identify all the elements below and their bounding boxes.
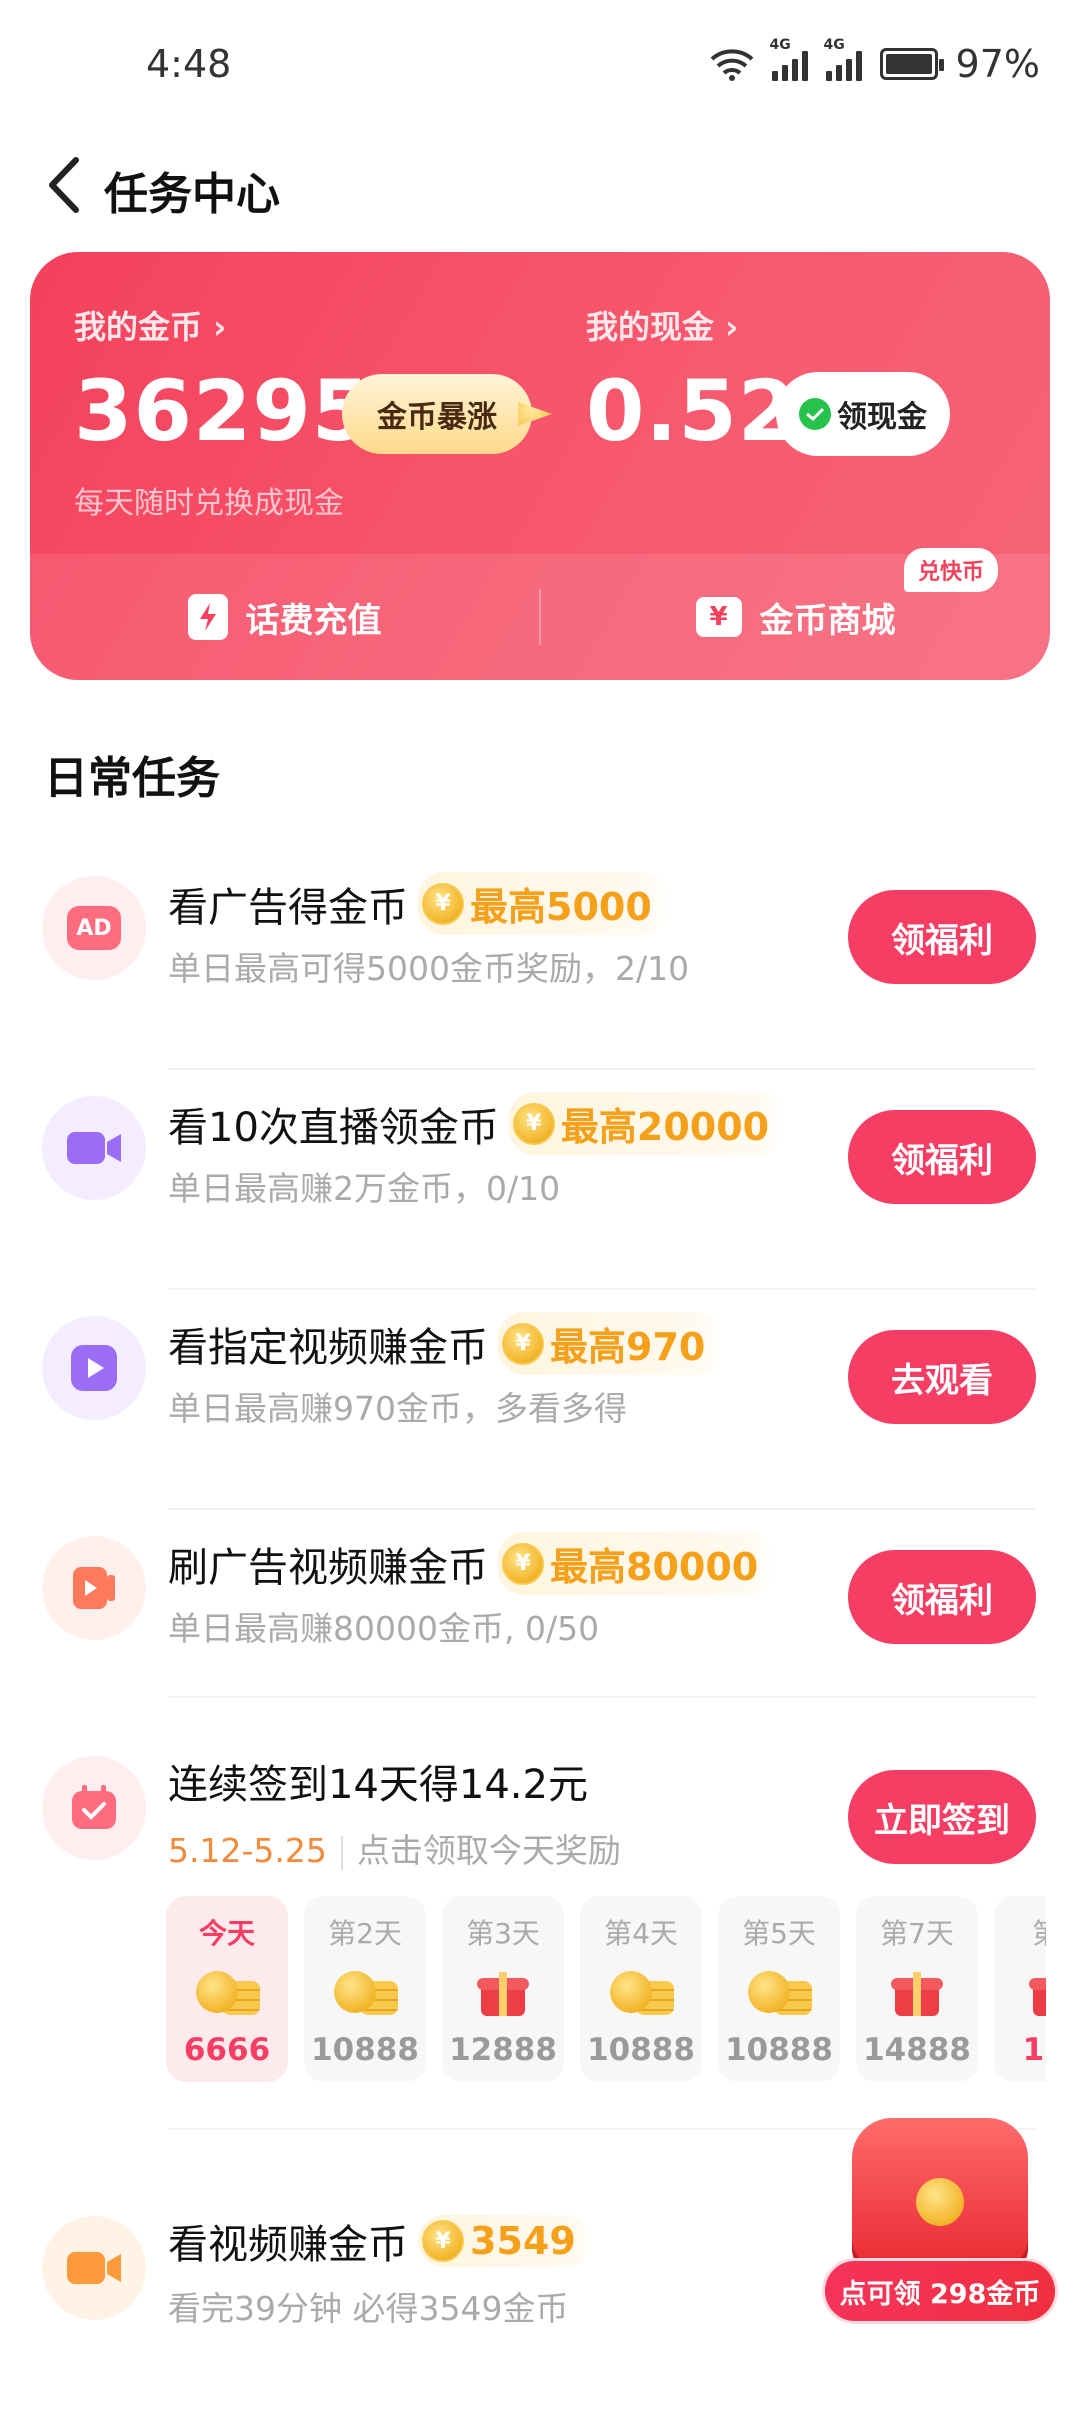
reward-badge: ¥ 最高80000 — [498, 1532, 775, 1595]
coins-icon — [744, 1967, 814, 2017]
claim-button[interactable]: 领福利 — [848, 1550, 1036, 1644]
coins-value: 36295 — [74, 362, 372, 460]
signal-1-icon: 4G — [770, 37, 808, 81]
mall-tag-badge: 兑快币 — [903, 548, 998, 592]
back-arrow-icon[interactable] — [36, 150, 96, 220]
coin-icon: ¥ — [502, 1322, 544, 1365]
task-desc: 看完39分钟 必得3549金币 — [168, 2289, 569, 2328]
reward-badge: ¥ 最高970 — [498, 1312, 722, 1375]
coin-icon: ¥ — [512, 1102, 555, 1145]
claim-button[interactable]: 领福利 — [848, 1110, 1036, 1204]
divider — [168, 1696, 1036, 1698]
gift-icon — [477, 1966, 529, 2018]
divider — [340, 1835, 343, 1870]
coin-icon: ¥ — [422, 882, 464, 925]
wechat-icon — [799, 398, 831, 430]
recharge-label: 话费充值 — [245, 600, 382, 641]
status-bar: 4:48 4G 4G 97% — [0, 0, 1080, 130]
ad-icon: AD — [42, 876, 146, 980]
gift-icon — [891, 1966, 943, 2018]
wallet-card: 我的金币 › 36295 金币暴涨 我的现金 › 0.52 领现金 每天随时兑换… — [30, 252, 1050, 680]
reward-badge: ¥ 最高20000 — [508, 1092, 786, 1155]
day-card[interactable]: 第1188 — [994, 1896, 1046, 2082]
day-card[interactable]: 第5天 10888 — [718, 1896, 840, 2082]
coins-label[interactable]: 我的金币 › — [74, 302, 226, 348]
coin-mall-button[interactable]: ¥ 金币商城 兑快币 — [541, 548, 1050, 680]
floating-reward-label[interactable]: 点可领 298金币 — [822, 2258, 1058, 2324]
task-item: 看10次直播领金币 ¥ 最高20000 单日最高赚2万金币，0/10 领福利 — [0, 1070, 1080, 1290]
section-title: 日常任务 — [44, 753, 220, 804]
task-desc: 单日最高赚970金币，多看多得 — [168, 1389, 627, 1428]
coins-icon — [192, 1967, 262, 2017]
day-card[interactable]: 第3天 12888 — [442, 1896, 564, 2082]
live-camera-icon — [42, 1096, 146, 1200]
task-desc: 单日最高赚2万金币，0/10 — [168, 1169, 561, 1208]
signin-days-list[interactable]: 今天 6666 第2天 10888 第3天 12888 第4天 10888 第5天 108… — [166, 1896, 1046, 2086]
battery-icon — [879, 48, 944, 80]
withdraw-cash-button[interactable]: 领现金 — [776, 372, 950, 456]
page-title: 任务中心 — [104, 169, 280, 220]
signin-button[interactable]: 立即签到 — [848, 1770, 1036, 1864]
coin-icon: ¥ — [502, 1542, 544, 1585]
status-icons: 4G 4G 97% — [710, 37, 1040, 86]
signal-2-icon: 4G — [824, 37, 862, 81]
task-desc: 单日最高赚80000金币, 0/50 — [168, 1609, 600, 1648]
signin-hint: 点击领取今天奖励 — [356, 1831, 621, 1870]
ad-video-icon — [42, 1536, 146, 1640]
battery-percent: 97% — [955, 42, 1040, 86]
video-camera-icon — [42, 2216, 146, 2320]
coins-surge-badge[interactable]: 金币暴涨 — [342, 374, 532, 454]
cash-label[interactable]: 我的现金 › — [586, 302, 738, 348]
task-desc: 单日最高可得5000金币奖励，2/10 — [168, 949, 690, 988]
recharge-button[interactable]: 话费充值 — [30, 554, 539, 680]
coin-icon — [916, 2178, 964, 2226]
signin-title: 连续签到14天得14.2元 — [168, 1762, 588, 1808]
coin-icon: ¥ — [422, 2220, 464, 2262]
lightning-icon — [187, 594, 228, 640]
task-title: 看10次直播领金币 ¥ 最高20000 — [168, 1092, 786, 1155]
play-video-icon — [42, 1316, 146, 1420]
task-title: 看视频赚金币 ¥3549 — [168, 2212, 592, 2270]
floating-reward-chest[interactable]: 点可领 298金币 — [822, 2108, 1058, 2340]
wallet-actions: 话费充值 ¥ 金币商城 兑快币 — [30, 548, 1050, 680]
day-card[interactable]: 第2天 10888 — [304, 1896, 426, 2082]
app-header: 任务中心 — [0, 130, 1080, 240]
signin-date-range: 5.12-5.25 — [168, 1831, 327, 1870]
day-card[interactable]: 第7天 14888 — [856, 1896, 978, 2082]
task-item: AD 看广告得金币 ¥ 最高5000 单日最高可得5000金币奖励，2/10 领福利 — [0, 850, 1080, 1070]
watch-button[interactable]: 去观看 — [848, 1330, 1036, 1424]
status-time: 4:48 — [146, 42, 232, 86]
signin-dates-row: 5.12-5.25 点击领取今天奖励 — [168, 1824, 621, 1872]
task-title: 刷广告视频赚金币 ¥ 最高80000 — [168, 1532, 775, 1595]
task-title: 看指定视频赚金币 ¥ 最高970 — [168, 1312, 722, 1375]
day-card[interactable]: 今天 6666 — [166, 1896, 288, 2082]
task-title: 看广告得金币 ¥ 最高5000 — [168, 872, 668, 935]
calendar-icon — [42, 1756, 146, 1860]
task-item: 看指定视频赚金币 ¥ 最高970 单日最高赚970金币，多看多得 去观看 — [0, 1290, 1080, 1510]
reward-badge: ¥3549 — [418, 2215, 592, 2267]
withdraw-cash-label: 领现金 — [837, 400, 927, 435]
reward-badge: ¥ 最高5000 — [418, 872, 668, 935]
gift-icon — [1029, 1966, 1046, 2018]
ticket-icon: ¥ — [695, 597, 742, 637]
exchange-hint: 每天随时兑换成现金 — [74, 486, 344, 521]
coins-icon — [606, 1967, 676, 2017]
claim-button[interactable]: 领福利 — [848, 890, 1036, 984]
coin-mall-label: 金币商城 — [759, 600, 896, 641]
cash-value: 0.52 — [586, 362, 798, 460]
day-card[interactable]: 第4天 10888 — [580, 1896, 702, 2082]
coins-icon — [330, 1967, 400, 2017]
wifi-icon — [710, 49, 753, 81]
